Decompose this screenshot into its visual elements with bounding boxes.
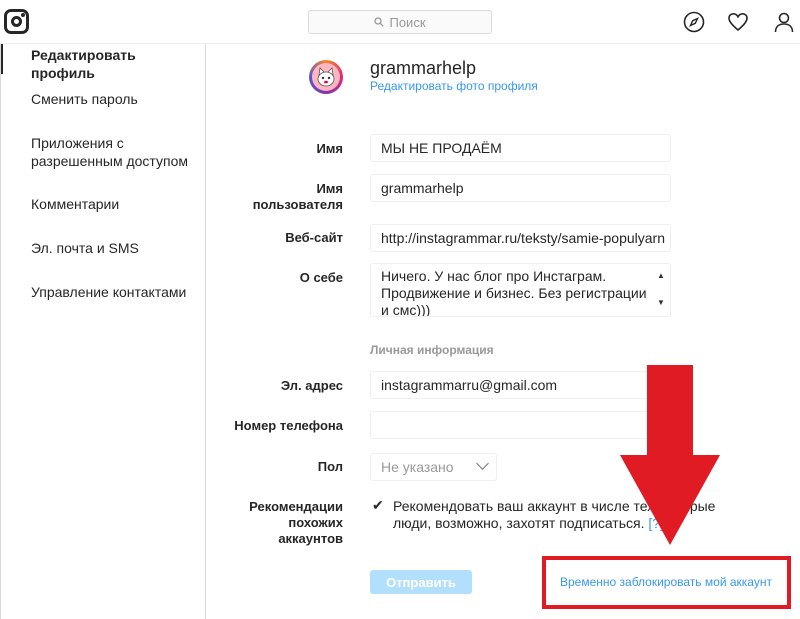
username-field[interactable]: grammarhelp [370, 174, 671, 202]
profile-username: grammarhelp [370, 58, 477, 78]
gender-label: Пол [317, 459, 343, 474]
bio-text: Ничего. У нас блог про Инстаграм. Продви… [381, 268, 647, 317]
username-label: Имя пользователя [252, 181, 343, 212]
gender-select[interactable]: Не указано [370, 453, 497, 481]
sidebar-item-email-sms[interactable]: Эл. почта и SMS [31, 239, 201, 257]
profile-user-icon[interactable] [773, 11, 795, 33]
recommendations-checkbox[interactable]: ✔ [372, 497, 384, 514]
textarea-scrollbar[interactable]: ▲ ▼ [657, 267, 667, 313]
scroll-up-icon[interactable]: ▲ [657, 267, 667, 284]
highlight-frame [542, 556, 791, 609]
website-field[interactable]: http://instagrammar.ru/teksty/samie-popu… [370, 224, 671, 252]
sidebar-item-manage-contacts[interactable]: Управление контактами [31, 283, 201, 301]
explore-compass-icon[interactable] [683, 11, 705, 33]
change-profile-photo-link[interactable]: Редактировать фото профиля [370, 79, 538, 93]
search-icon [374, 17, 385, 27]
active-item-indicator [1, 44, 3, 74]
sidebar-item-change-password[interactable]: Сменить пароль [31, 90, 201, 108]
private-info-heading: Личная информация [370, 343, 494, 357]
search-placeholder: Поиск [389, 14, 426, 30]
gender-value: Не указано [381, 459, 454, 475]
phone-label: Номер телефона [234, 418, 343, 433]
settings-sidebar: Редактировать профиль Сменить пароль При… [1, 44, 206, 619]
email-label: Эл. адрес [280, 378, 343, 393]
avatar-cat-icon [312, 63, 340, 91]
name-field[interactable]: МЫ НЕ ПРОДАЁМ [370, 134, 671, 162]
website-label: Веб-сайт [285, 230, 343, 245]
avatar[interactable] [309, 60, 343, 94]
instagram-logo-icon[interactable] [4, 9, 29, 34]
bio-textarea[interactable]: Ничего. У нас блог про Инстаграм. Продви… [370, 263, 671, 317]
activity-heart-icon[interactable] [727, 11, 749, 33]
sidebar-item-comments[interactable]: Комментарии [31, 195, 201, 213]
top-navigation-bar: Поиск [0, 0, 800, 44]
scroll-down-icon[interactable]: ▼ [657, 294, 667, 311]
bio-label: О себе [299, 270, 343, 285]
chevron-down-icon [476, 457, 489, 470]
sidebar-item-edit-profile[interactable]: Редактировать профиль [31, 46, 201, 82]
sidebar-item-authorized-apps[interactable]: Приложения с разрешенным доступом [31, 134, 191, 170]
name-label: Имя [316, 141, 343, 156]
submit-button[interactable]: Отправить [370, 570, 472, 594]
red-arrow-down-icon [620, 365, 720, 545]
recommendations-label: Рекомендации похожих аккаунтов [249, 499, 343, 546]
search-input[interactable]: Поиск [308, 10, 492, 34]
